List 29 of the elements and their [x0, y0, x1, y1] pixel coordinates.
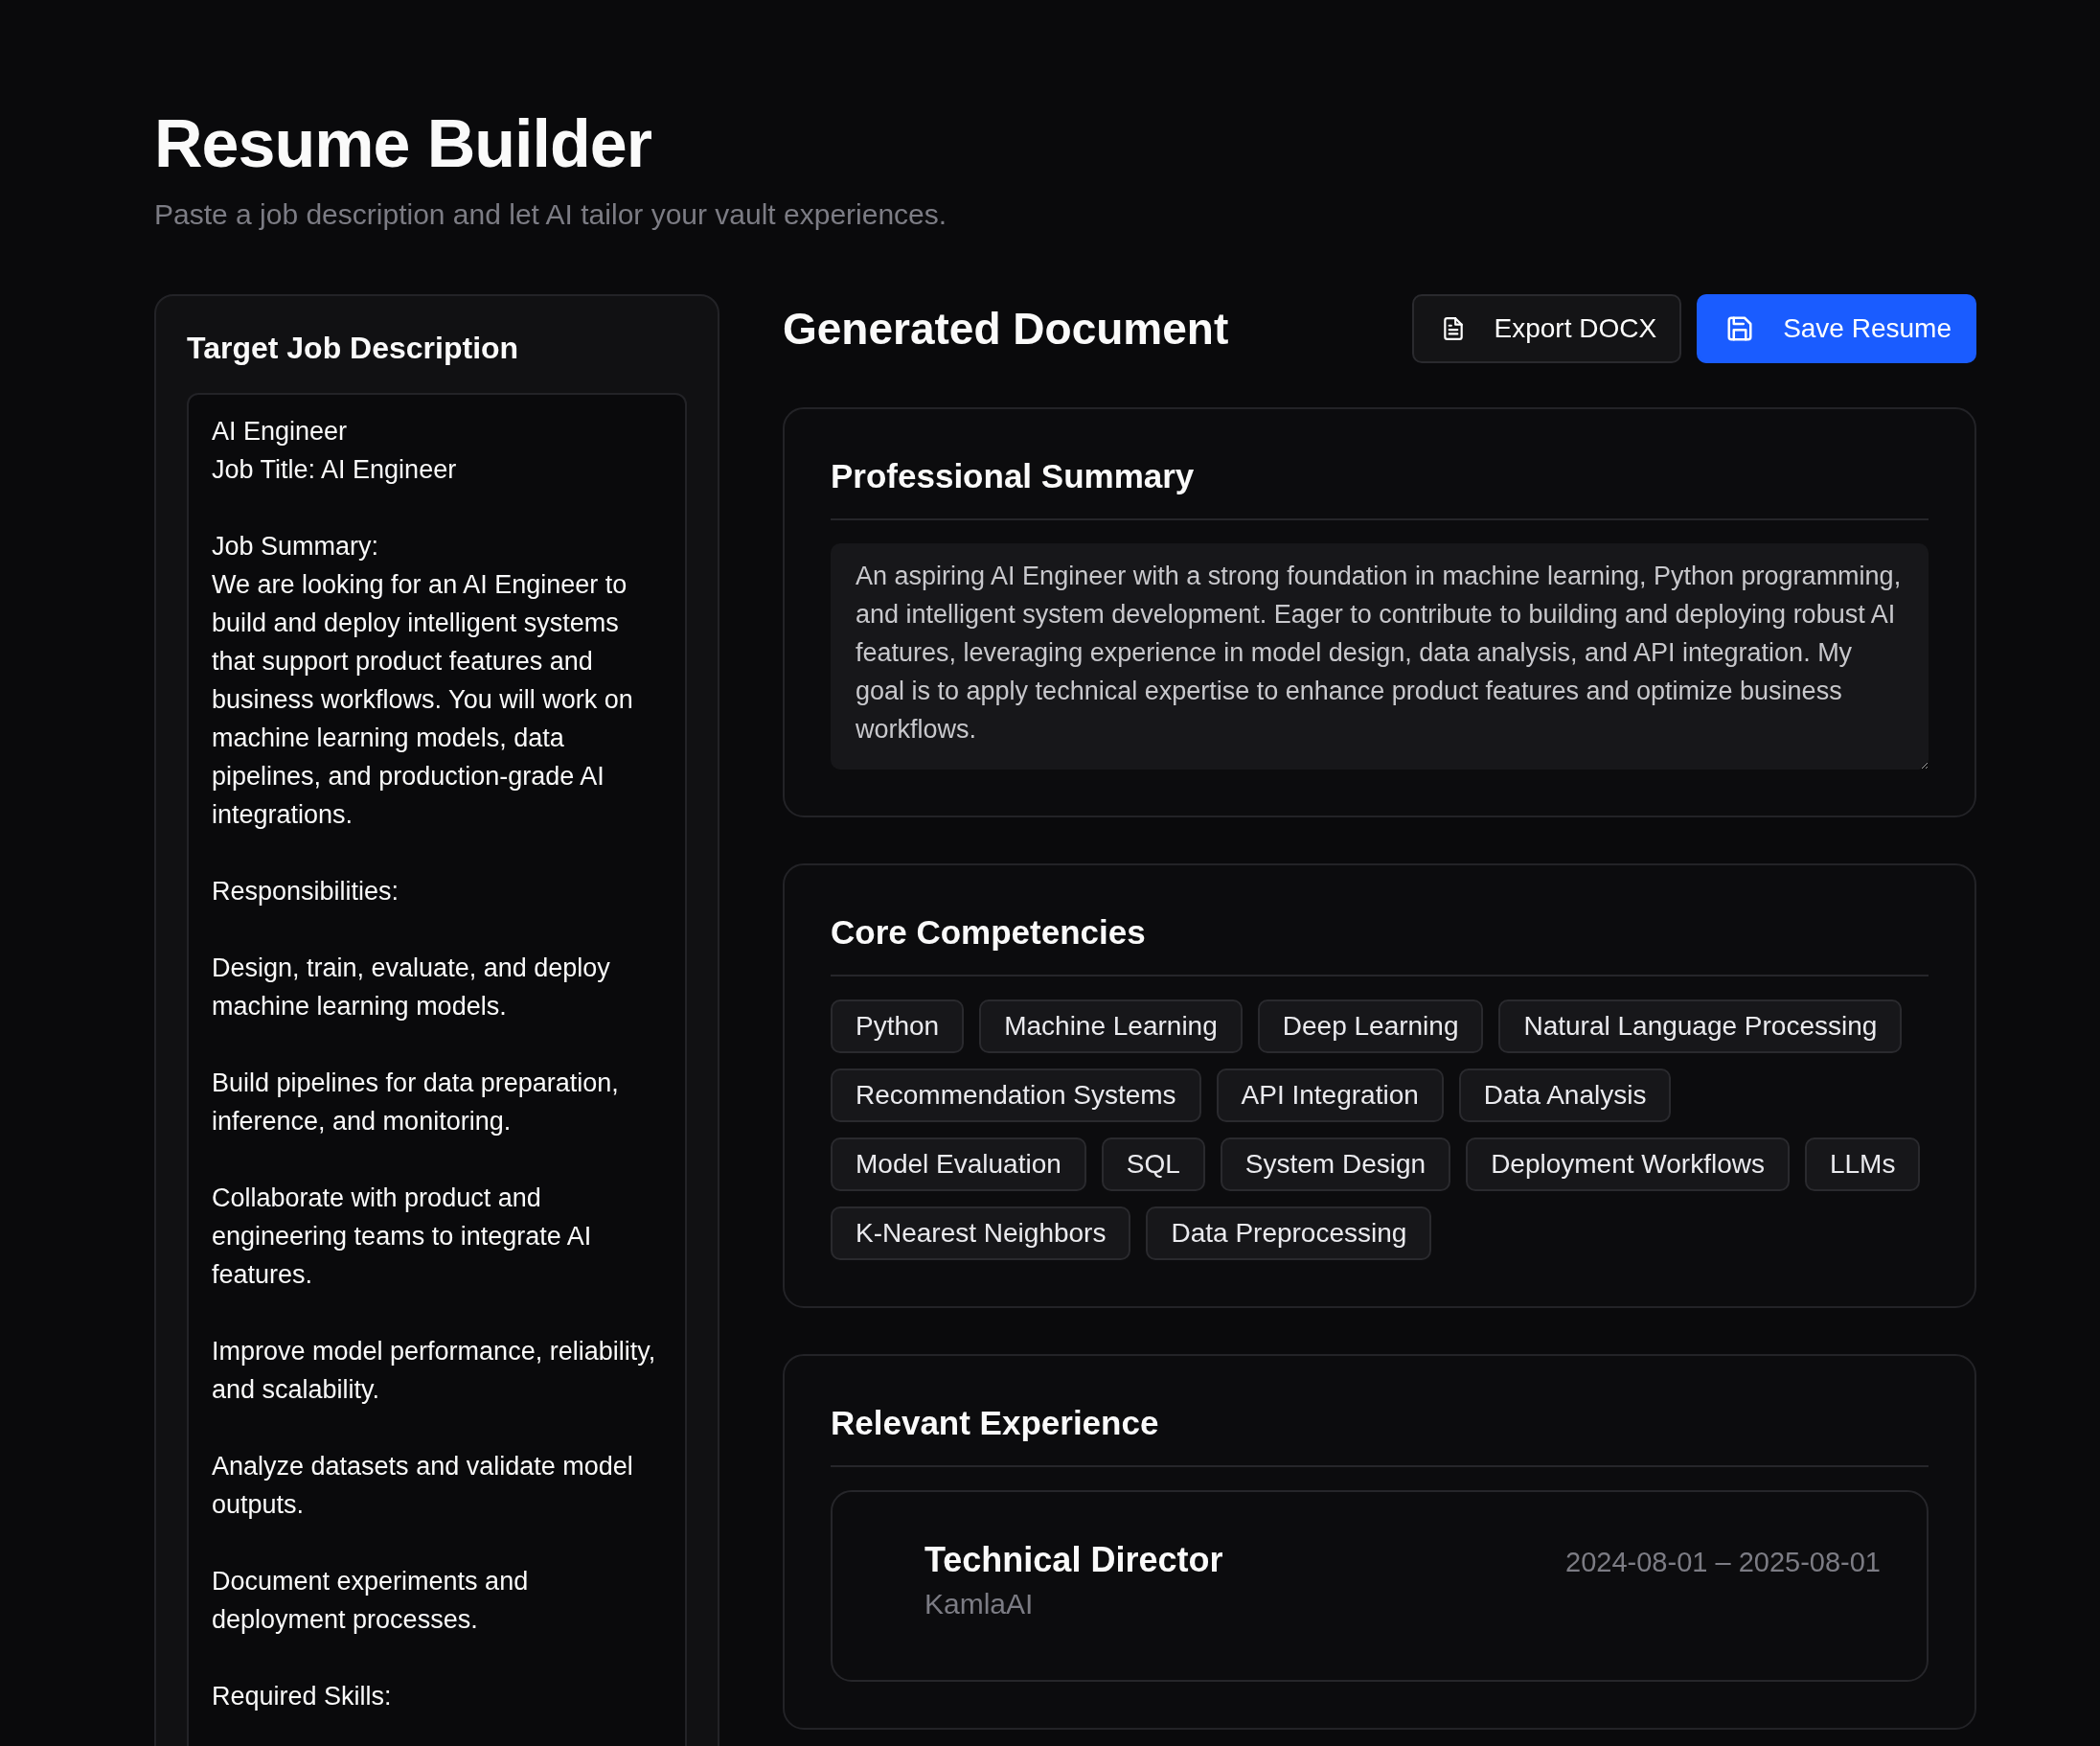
panel-title: Target Job Description: [187, 331, 520, 366]
card-title: Professional Summary: [831, 457, 1929, 520]
skill-tag: Deep Learning: [1257, 999, 1484, 1053]
skill-tag: Data Preprocessing: [1146, 1206, 1432, 1260]
skill-tag: LLMs: [1804, 1137, 1921, 1191]
card-title: Core Competencies: [831, 913, 1929, 976]
section-title: Generated Document: [783, 303, 1229, 355]
page-subtitle: Paste a job description and let AI tailor your vault experiences.: [154, 198, 948, 231]
save-icon: [1725, 314, 1755, 343]
page-title: Resume Builder: [154, 107, 652, 181]
skill-tag: Recommendation Systems: [831, 1068, 1201, 1122]
save-button[interactable]: Save Resume: [1697, 294, 1976, 363]
skill-tag: Natural Language Processing: [1498, 999, 1903, 1053]
skill-tag: Machine Learning: [979, 999, 1243, 1053]
skill-tag: System Design: [1220, 1137, 1451, 1191]
job-description-field[interactable]: AI Engineer Job Title: AI Engineer Job Summary: We are looking for an AI Engineer to build and deploy intelligent systems that support product features and business workflows. You will work on machine learning models, data pipelines, and production-grade AI integrations. Responsibilities: Design, train, evaluate, and deploy machine learning models. Build pipelines for data preparation, inference, and monitoring. Collaborate with product and engineering teams to integrate AI features. Improve model performance, reliability, and scalability. Analyze datasets and validate model outputs. Document experiments and deployment processes. Required Skills:: [187, 393, 687, 1746]
summary-field[interactable]: An aspiring AI Engineer with a strong foundation in machine learning, Python programming, and intelligent system development. Eager to contribute to building and deploying robust AI features, leveraging experience in model design, data analysis, and API integration. My goal is to apply technical expertise to enhance product features and optimize business workflows.: [831, 543, 1929, 770]
skill-tag: API Integration: [1216, 1068, 1444, 1122]
job-role: Technical Director: [924, 1540, 1223, 1580]
skill-tag: Python: [831, 999, 965, 1053]
company-name: KamlaAI: [924, 1588, 1035, 1620]
skill-tag: SQL: [1101, 1137, 1205, 1191]
card-title: Relevant Experience: [831, 1404, 1929, 1467]
export-button[interactable]: Export DOCX: [1411, 294, 1682, 363]
skill-tag: Data Analysis: [1458, 1068, 1672, 1122]
skill-tag: Deployment Workflows: [1466, 1137, 1790, 1191]
skill-tag: Model Evaluation: [831, 1137, 1086, 1191]
job-dates: 2024-08-01 – 2025-08-01: [1565, 1547, 1881, 1578]
skill-tag: K-Nearest Neighbors: [831, 1206, 1131, 1260]
